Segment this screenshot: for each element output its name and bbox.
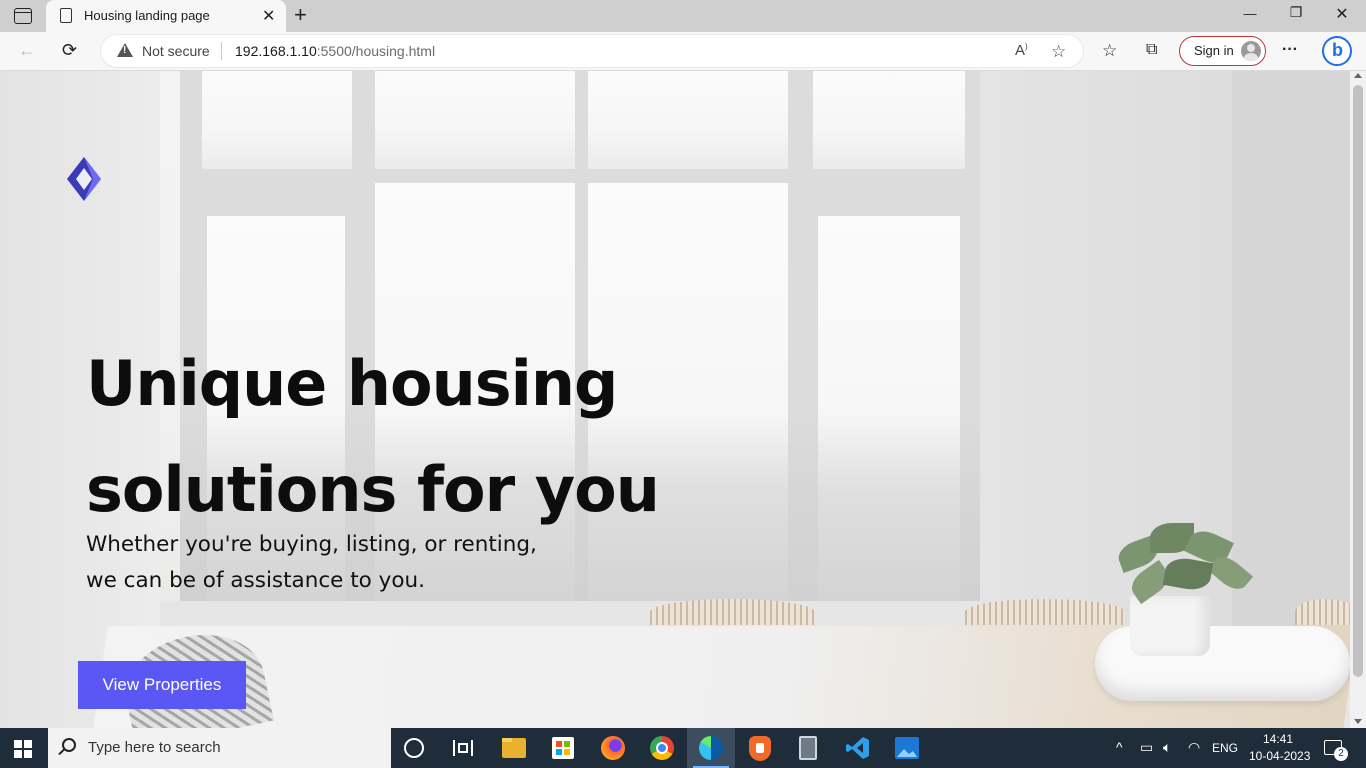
chrome-icon[interactable]: [650, 736, 674, 760]
tab-housing[interactable]: Housing landing page ✕: [46, 0, 286, 32]
window-pane: [813, 71, 965, 169]
calculator-icon[interactable]: [799, 736, 817, 760]
scroll-down-icon[interactable]: [1354, 719, 1362, 724]
search-icon: [62, 738, 76, 752]
close-window-button[interactable]: ✕: [1332, 4, 1352, 24]
tab-actions-icon[interactable]: [14, 8, 32, 24]
hero-subtitle-line-2: we can be of assistance to you.: [86, 568, 425, 593]
back-icon[interactable]: ←: [18, 40, 36, 61]
url-text[interactable]: 192.168.1.10:5500/housing.html: [235, 43, 435, 59]
taskbar-search-placeholder: Type here to search: [88, 739, 221, 756]
chevron-up-icon[interactable]: ^: [1116, 739, 1123, 755]
maximize-button[interactable]: ❐: [1286, 4, 1306, 21]
brave-icon[interactable]: [749, 736, 771, 761]
background-wall-corner: [1232, 71, 1350, 631]
page-scrollbar[interactable]: [1350, 71, 1366, 728]
task-view-icon[interactable]: [453, 740, 473, 756]
notification-count: 2: [1334, 747, 1348, 761]
background-chair: [965, 599, 1125, 625]
sign-in-button[interactable]: Sign in: [1179, 36, 1266, 66]
clock-time[interactable]: 14:41: [1263, 732, 1293, 746]
hero-subtitle-line-1: Whether you're buying, listing, or renti…: [86, 532, 537, 557]
address-bar[interactable]: Not secure 192.168.1.10:5500/housing.htm…: [101, 35, 1083, 67]
refresh-icon[interactable]: ⟳: [62, 40, 77, 61]
avatar: [1241, 41, 1261, 61]
security-status[interactable]: Not secure: [142, 43, 210, 59]
window-pane: [375, 71, 575, 169]
firefox-icon[interactable]: [601, 736, 625, 760]
language-indicator[interactable]: ENG: [1212, 741, 1238, 755]
window-pane: [588, 71, 788, 169]
minimize-button[interactable]: —: [1240, 6, 1260, 21]
windows-taskbar: Type here to search ^ ▭ 🔈︎ ◠ ENG 14:41 1…: [0, 728, 1366, 768]
windows-start-icon[interactable]: [14, 740, 32, 758]
browser-titlebar: Housing landing page ✕ + — ❐ ✕: [0, 0, 1366, 32]
background-chair: [1295, 599, 1350, 625]
volume-icon[interactable]: 🔈︎: [1163, 739, 1171, 756]
cortana-icon[interactable]: [404, 738, 424, 758]
photos-icon[interactable]: [895, 737, 919, 759]
url-path: :5500/housing.html: [316, 43, 436, 59]
edge-icon: [699, 736, 723, 760]
more-icon[interactable]: ···: [1282, 41, 1298, 59]
sign-in-label: Sign in: [1194, 43, 1234, 58]
browser-toolbar: ← ⟳ Not secure 192.168.1.10:5500/housing…: [0, 32, 1366, 71]
battery-icon[interactable]: ▭: [1140, 739, 1153, 756]
scroll-thumb[interactable]: [1353, 85, 1363, 677]
brand-logo[interactable]: [67, 157, 101, 201]
window-pane: [202, 71, 352, 169]
warning-icon: [117, 43, 133, 57]
page-viewport: Unique housing solutions for you Whether…: [0, 71, 1350, 728]
hero-title: Unique housing solutions for you: [86, 331, 726, 543]
read-aloud-icon[interactable]: A): [1015, 42, 1028, 59]
collections-icon[interactable]: ⧉: [1146, 41, 1157, 59]
store-icon[interactable]: [552, 737, 574, 759]
vscode-icon[interactable]: [846, 736, 870, 760]
bing-label: b: [1332, 40, 1343, 60]
background-pot: [1130, 596, 1210, 656]
edge-taskbar-active[interactable]: [687, 728, 735, 768]
page-icon: [60, 8, 72, 23]
taskbar-search-box[interactable]: Type here to search: [48, 728, 391, 768]
hero-subtitle: Whether you're buying, listing, or renti…: [86, 527, 566, 599]
url-divider: [221, 42, 222, 60]
clock-date[interactable]: 10-04-2023: [1249, 749, 1310, 763]
bing-icon[interactable]: b: [1322, 36, 1352, 66]
favorites-icon[interactable]: ☆: [1102, 41, 1117, 61]
tab-title: Housing landing page: [84, 8, 210, 23]
hero-title-line-1: Unique housing: [86, 347, 618, 420]
hero-title-line-2: solutions for you: [86, 453, 660, 526]
file-explorer-icon[interactable]: [502, 738, 526, 758]
scroll-up-icon[interactable]: [1354, 73, 1362, 78]
new-tab-button[interactable]: +: [294, 2, 307, 28]
add-favorite-icon[interactable]: ☆: [1051, 42, 1066, 62]
tab-close-icon[interactable]: ✕: [262, 6, 275, 26]
url-host: 192.168.1.10: [235, 43, 317, 59]
view-properties-button[interactable]: View Properties: [78, 661, 246, 709]
background-chair: [650, 599, 815, 625]
wifi-icon[interactable]: ◠: [1188, 739, 1200, 756]
